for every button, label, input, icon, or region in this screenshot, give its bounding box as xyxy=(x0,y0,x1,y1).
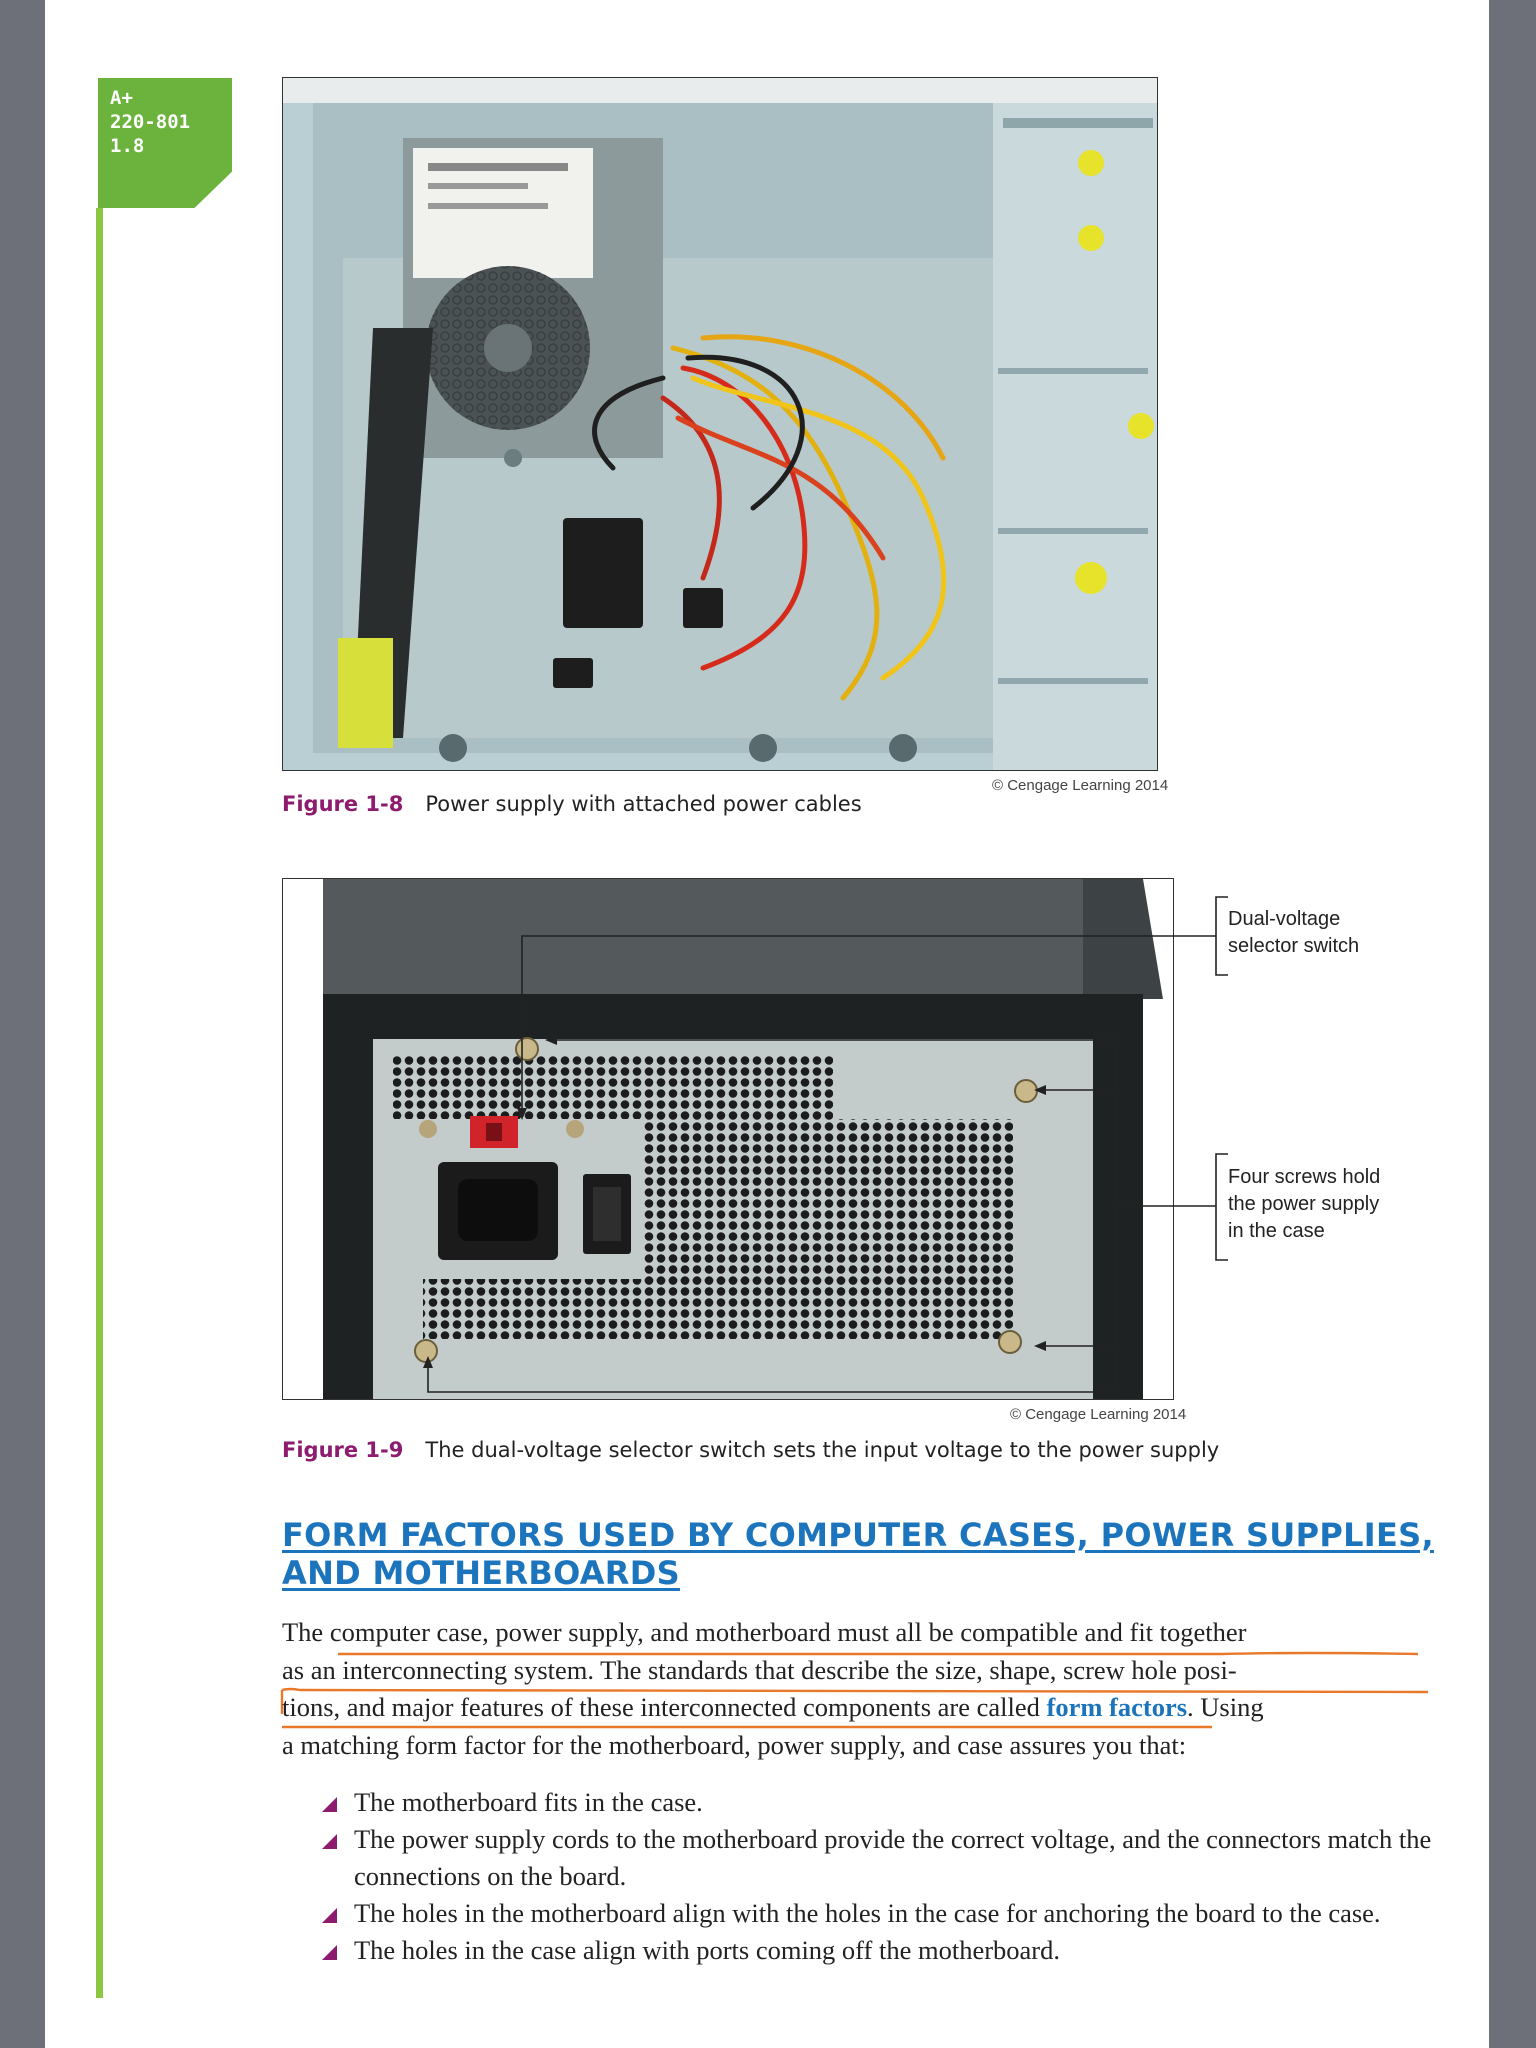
callout-switch-line-1: Dual-voltage xyxy=(1228,908,1341,930)
objective-line-3: 1.8 xyxy=(110,135,145,157)
paragraph-line-4: a matching form factor for the motherboa… xyxy=(282,1729,1187,1760)
paragraph-line-3-start: tions, and major features of these inter… xyxy=(282,1692,1047,1722)
callout-four-screws: Four screws hold the power supply in the… xyxy=(1228,1164,1380,1245)
callout-screws-line-2: the power supply xyxy=(1228,1193,1380,1215)
triangle-bullet-icon xyxy=(322,1834,337,1849)
objective-margin-rule xyxy=(96,208,103,1998)
figure-1-8-photo xyxy=(282,77,1158,771)
figure-1-9-caption: Figure 1-9 The dual-voltage selector swit… xyxy=(282,1438,1219,1462)
paragraph-line-3-end: . Using xyxy=(1187,1692,1264,1722)
figure-1-9-credit: © Cengage Learning 2014 xyxy=(1010,1406,1187,1423)
figure-1-9-caption-text: The dual-voltage selector switch sets th… xyxy=(425,1438,1220,1462)
power-supply-rear-illustration xyxy=(283,879,1173,1399)
power-supply-cables-illustration xyxy=(283,78,1157,770)
list-item-text: The power supply cords to the motherboar… xyxy=(354,1824,1432,1891)
figure-1-8-number: Figure 1-8 xyxy=(282,792,404,816)
form-factors-paragraph: The computer case, power supply, and mot… xyxy=(282,1614,1422,1764)
objective-line-1: A+ xyxy=(110,87,133,109)
paragraph-line-1: The computer case, power supply, and mot… xyxy=(282,1617,1247,1647)
triangle-bullet-icon xyxy=(322,1797,337,1812)
list-item: The motherboard fits in the case. xyxy=(320,1784,1440,1821)
figure-1-8-caption-text: Power supply with attached power cables xyxy=(425,792,862,816)
callout-voltage-switch: Dual-voltage selector switch xyxy=(1228,906,1359,960)
list-item: The holes in the case align with ports c… xyxy=(320,1932,1440,1969)
figure-1-8-caption: Figure 1-8 Power supply with attached pow… xyxy=(282,792,862,816)
paragraph-line-3: tions, and major features of these inter… xyxy=(282,1689,1422,1727)
triangle-bullet-icon xyxy=(322,1945,337,1960)
paragraph-line-2: as an interconnecting system. The standa… xyxy=(282,1654,1237,1685)
section-heading-line-1: FORM FACTORS USED BY COMPUTER CASES, POW… xyxy=(282,1516,1434,1554)
list-item: The holes in the motherboard align with … xyxy=(320,1895,1440,1932)
callout-switch-line-2: selector switch xyxy=(1228,935,1360,957)
form-factor-assurances-list: The motherboard fits in the case. The po… xyxy=(320,1784,1440,1969)
term-form-factors[interactable]: form factors xyxy=(1047,1692,1188,1722)
figure-1-9-number: Figure 1-9 xyxy=(282,1438,404,1462)
list-item-text: The holes in the motherboard align with … xyxy=(354,1898,1381,1928)
figure-1-9-photo xyxy=(282,878,1174,1400)
figure-1-8-credit: © Cengage Learning 2014 xyxy=(992,777,1169,794)
section-heading: FORM FACTORS USED BY COMPUTER CASES, POW… xyxy=(282,1516,1434,1592)
list-item-text: The holes in the case align with ports c… xyxy=(354,1935,1061,1965)
list-item-text: The motherboard fits in the case. xyxy=(354,1787,703,1817)
callout-screws-line-1: Four screws hold xyxy=(1228,1166,1381,1188)
triangle-bullet-icon xyxy=(322,1908,337,1923)
callout-screws-line-3: in the case xyxy=(1228,1220,1325,1242)
exam-objective-tab: A+ 220-801 1.8 xyxy=(98,78,232,208)
list-item: The power supply cords to the motherboar… xyxy=(320,1821,1440,1895)
section-heading-line-2: AND MOTHERBOARDS xyxy=(282,1554,680,1592)
objective-line-2: 220-801 xyxy=(110,111,191,133)
